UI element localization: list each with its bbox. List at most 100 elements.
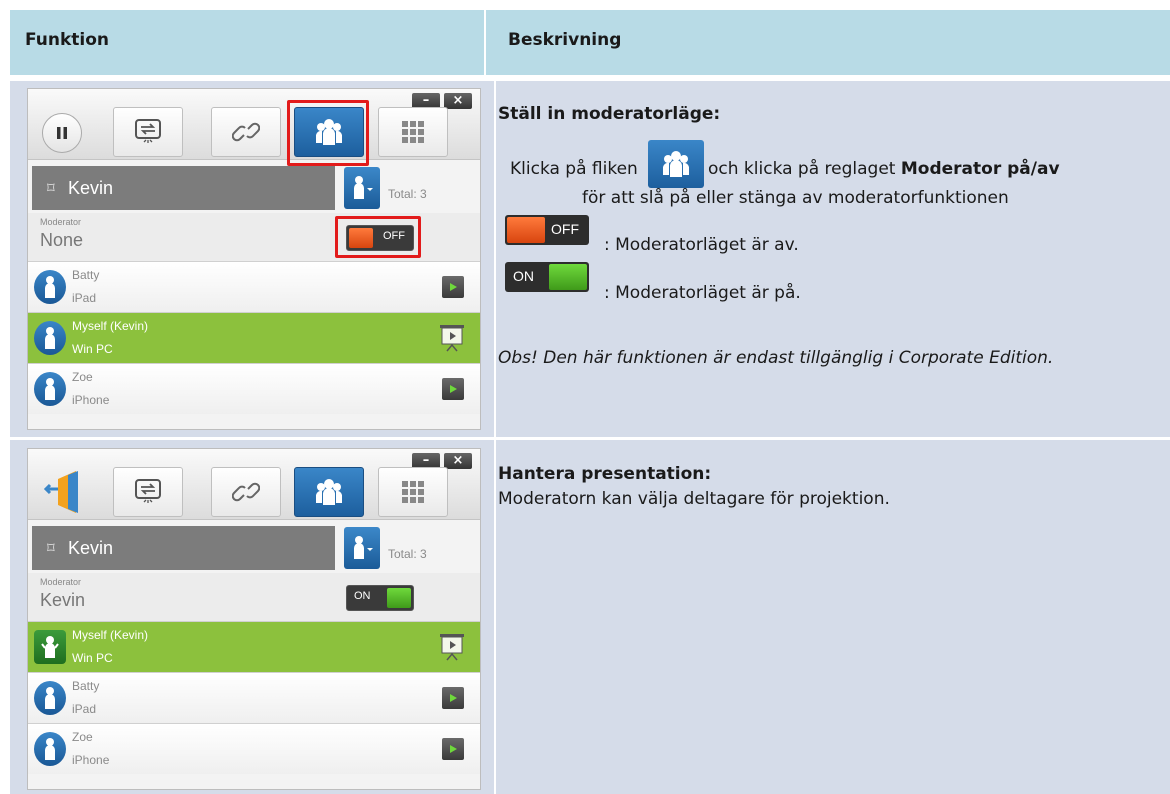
on-toggle-example: ON (505, 262, 589, 292)
moderator-value: None (40, 230, 84, 250)
tab-link[interactable] (211, 467, 281, 517)
play-button[interactable] (442, 687, 464, 709)
user-name: Batty (72, 268, 100, 282)
app-panel-moderator-off: – × ⌑ Kevin Total: 3 Moderator None OFF … (27, 88, 481, 430)
user-avatar-icon (34, 681, 66, 715)
screen-switch-icon (135, 479, 161, 503)
list-item[interactable]: Zoe iPhone (28, 363, 480, 414)
tab-screen-switch[interactable] (113, 467, 183, 517)
pin-icon: ⌑ (47, 180, 55, 197)
instruction-bold: Moderator på/av (900, 159, 1060, 179)
total-count: Total: 3 (388, 547, 427, 561)
user-menu-button[interactable] (344, 527, 380, 569)
off-toggle-text: OFF (551, 221, 579, 237)
list-item[interactable]: Batty iPad (28, 261, 480, 312)
moderator-label: Moderator (40, 577, 82, 587)
header-funktion-label: Funktion (25, 30, 110, 50)
user-icon (354, 176, 373, 199)
moderator-row: Moderator Kevin ON (28, 573, 480, 621)
user-device: Win PC (72, 651, 113, 665)
close-button[interactable]: × (444, 93, 472, 109)
play-icon (450, 385, 457, 393)
user-avatar-icon (34, 732, 66, 766)
user-device: iPad (72, 702, 97, 716)
play-button[interactable] (442, 276, 464, 298)
header-col-beskrivning: Beskrivning (486, 10, 1170, 75)
tab-moderator[interactable] (294, 467, 364, 517)
tab-grid[interactable] (378, 107, 448, 157)
presenting-screen-icon (440, 325, 464, 352)
moderator-avatar-icon (34, 630, 66, 664)
header-col-funktion: Funktion (10, 10, 484, 75)
list-item[interactable]: Zoe iPhone (28, 723, 480, 774)
edition-note: Obs! Den här funktionen är endast tillgä… (498, 348, 1054, 368)
app-logo-icon (38, 469, 88, 515)
user-name: Batty (72, 679, 100, 693)
moderator-tab-icon (648, 140, 704, 188)
user-device: iPhone (72, 393, 110, 407)
people-group-icon (663, 151, 689, 177)
header-beskrivning-label: Beskrivning (508, 30, 622, 50)
instruction-text-3: för att slå på eller stänga av moderator… (582, 188, 1009, 208)
presenting-screen-icon (440, 634, 464, 661)
presenter-name: Kevin (68, 538, 114, 558)
user-name: Myself (Kevin) (72, 628, 149, 642)
play-button[interactable] (442, 378, 464, 400)
user-device: Win PC (72, 342, 113, 356)
manage-presentation-title: Hantera presentation: (498, 464, 712, 484)
user-icon (354, 536, 373, 559)
grid-icon (402, 121, 424, 143)
tab-screen-switch[interactable] (113, 107, 183, 157)
moderator-label: Moderator (40, 217, 82, 227)
highlight-toggle (335, 216, 421, 258)
user-name: Myself (Kevin) (72, 319, 149, 333)
on-toggle-knob (549, 264, 587, 290)
grid-icon (402, 481, 424, 503)
user-avatar-icon (34, 372, 66, 406)
moderator-mode-title: Ställ in moderatorläge: (498, 104, 721, 124)
presenter-name-bar: ⌑ Kevin (32, 526, 335, 570)
column-divider (494, 81, 496, 794)
toolbar: – × (28, 89, 480, 166)
on-toggle-text: ON (513, 268, 534, 284)
presenter-name-bar: ⌑ Kevin (32, 166, 335, 210)
user-menu-button[interactable] (344, 167, 380, 209)
pause-icon (57, 127, 67, 139)
moderator-toggle[interactable]: ON (346, 585, 414, 611)
instruction-text-2: och klicka på reglaget Moderator på/av (708, 159, 1060, 179)
user-avatar-icon (34, 270, 66, 304)
user-avatar-icon (34, 321, 66, 355)
play-button[interactable] (442, 738, 464, 760)
people-group-icon (316, 479, 342, 505)
tab-link[interactable] (211, 107, 281, 157)
screen-switch-icon (135, 119, 161, 143)
moderator-row: Moderator None OFF (28, 213, 480, 261)
play-icon (450, 745, 457, 753)
user-device: iPhone (72, 753, 110, 767)
link-icon (232, 482, 260, 502)
list-item[interactable]: Batty iPad (28, 672, 480, 723)
list-item[interactable]: Myself (Kevin) Win PC (28, 621, 480, 672)
pause-button[interactable] (42, 113, 82, 153)
manage-presentation-text: Moderatorn kan välja deltagare för proje… (498, 489, 890, 509)
moderator-value: Kevin (40, 590, 86, 610)
highlight-moderator-tab (287, 100, 369, 166)
toggle-knob (387, 588, 411, 608)
off-toggle-knob (507, 217, 545, 243)
off-description: : Moderatorläget är av. (604, 235, 799, 255)
app-panel-moderator-on: – × ⌑ Kevin Total: 3 Moderator Kevin ON (27, 448, 481, 790)
toggle-text: ON (354, 590, 371, 602)
total-count: Total: 3 (388, 187, 427, 201)
pin-icon: ⌑ (47, 540, 55, 557)
user-name: Zoe (72, 730, 93, 744)
toolbar: – × (28, 449, 480, 520)
user-device: iPad (72, 291, 97, 305)
off-toggle-example: OFF (505, 215, 589, 245)
close-button[interactable]: × (444, 453, 472, 469)
list-item[interactable]: Myself (Kevin) Win PC (28, 312, 480, 363)
play-icon (450, 694, 457, 702)
instruction-mid: och klicka på reglaget (708, 159, 901, 179)
user-name: Zoe (72, 370, 93, 384)
link-icon (232, 122, 260, 142)
tab-grid[interactable] (378, 467, 448, 517)
